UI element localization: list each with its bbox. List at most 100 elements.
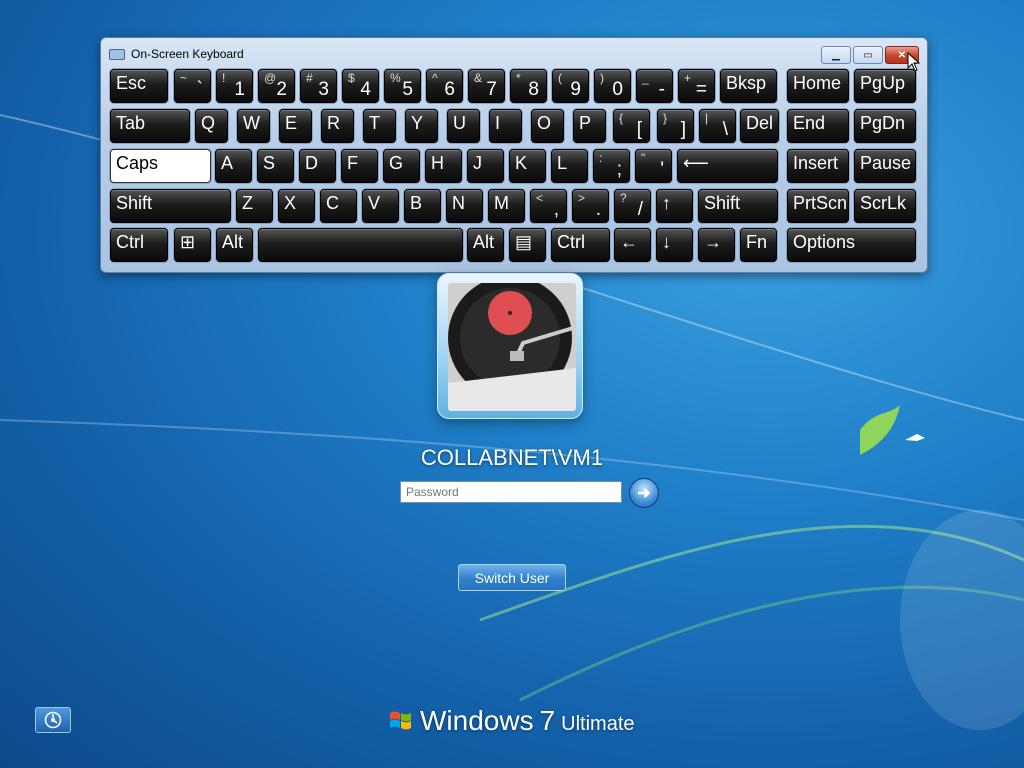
key-3-4[interactable]: V [362,189,399,223]
key-4-3[interactable] [258,228,463,262]
key-label: T [369,113,380,133]
key-4-5[interactable]: ▤ [509,228,546,262]
key-3-12[interactable]: Shift [698,189,778,223]
key-2-14[interactable]: Pause [854,149,916,183]
key-2-6[interactable]: H [425,149,462,183]
key-label: X [284,193,297,213]
key-4-6[interactable]: Ctrl [551,228,610,262]
key-4-9[interactable]: → [698,228,735,262]
key-4-4[interactable]: Alt [467,228,504,262]
on-screen-keyboard-window[interactable]: On-Screen Keyboard ▁ ▭ ✕ Esc ~ `! 1 @2 #3 $4% 5… [100,37,928,273]
key-1-10[interactable]: P [573,109,606,143]
key-shift-label: @ [264,71,277,85]
key-3-11[interactable]: ↑ [656,189,693,223]
key-shift-label: | [705,111,709,125]
window-controls: ▁ ▭ ✕ [821,46,919,64]
key-0-8[interactable]: & 7 [468,69,505,103]
key-0-0[interactable]: Esc [110,69,168,103]
key-0-5[interactable]: $4 [342,69,379,103]
key-1-15[interactable]: End [787,109,849,143]
key-shift-label: ) [600,71,604,85]
key-4-11[interactable]: Options [787,228,916,262]
key-2-8[interactable]: K [509,149,546,183]
key-1-6[interactable]: Y [405,109,438,143]
key-0-15[interactable]: Home [787,69,849,103]
key-2-1[interactable]: A [215,149,252,183]
maximize-button[interactable]: ▭ [853,46,883,64]
key-1-8[interactable]: I [489,109,522,143]
key-0-7[interactable]: ^ 6 [426,69,463,103]
submit-arrow-icon[interactable]: ➜ [629,478,659,508]
key-1-7[interactable]: U [447,109,480,143]
key-label: P [579,113,592,133]
key-3-10[interactable]: ? / [614,189,651,223]
key-label: G [389,153,404,173]
key-1-14[interactable]: Del [740,109,779,143]
key-3-14[interactable]: ScrLk [854,189,916,223]
key-1-13[interactable]: | \ [699,109,736,143]
key-label: C [326,193,339,213]
osk-title: On-Screen Keyboard [131,47,244,61]
key-label: D [305,153,318,173]
key-2-0[interactable]: Caps [110,149,211,183]
key-0-9[interactable]: * 8 [510,69,547,103]
brand-edition: Ultimate [561,713,635,735]
key-1-0[interactable]: Tab [110,109,190,143]
key-4-8[interactable]: ↓ [656,228,693,262]
key-1-9[interactable]: O [531,109,564,143]
key-2-11[interactable]: " ' [635,149,672,183]
key-2-3[interactable]: D [299,149,336,183]
key-label: ' [660,159,664,180]
switch-user-button[interactable]: Switch User [458,564,566,591]
key-4-1[interactable]: ⊞ [174,228,211,262]
key-1-3[interactable]: E [279,109,312,143]
key-3-5[interactable]: B [404,189,441,223]
key-3-6[interactable]: N [446,189,483,223]
key-0-6[interactable]: % 5 [384,69,421,103]
key-3-8[interactable]: <, [530,189,567,223]
key-4-0[interactable]: Ctrl [110,228,168,262]
key-2-4[interactable]: F [341,149,378,183]
key-3-7[interactable]: M [488,189,525,223]
password-field[interactable] [400,481,622,503]
key-2-13[interactable]: Insert [787,149,849,183]
key-3-9[interactable]: >. [572,189,609,223]
key-2-5[interactable]: G [383,149,420,183]
key-1-16[interactable]: PgDn [854,109,916,143]
key-label: ↓ [662,232,671,252]
key-2-7[interactable]: J [467,149,504,183]
key-3-0[interactable]: Shift [110,189,231,223]
ease-of-access-button[interactable] [35,707,71,733]
key-2-12[interactable]: ⟵ [677,149,778,183]
key-4-2[interactable]: Alt [216,228,253,262]
key-0-4[interactable]: #3 [300,69,337,103]
key-2-10[interactable]: :; [593,149,630,183]
key-0-12[interactable]: _ - [636,69,673,103]
key-1-11[interactable]: {[ [613,109,650,143]
key-0-13[interactable]: + = [678,69,715,103]
key-0-2[interactable]: ! 1 [216,69,253,103]
key-4-10[interactable]: Fn [740,228,777,262]
key-0-1[interactable]: ~ ` [174,69,211,103]
key-3-2[interactable]: X [278,189,315,223]
key-2-2[interactable]: S [257,149,294,183]
key-0-16[interactable]: PgUp [854,69,916,103]
key-shift-label: ( [558,71,562,85]
key-0-10[interactable]: (9 [552,69,589,103]
key-0-11[interactable]: ) 0 [594,69,631,103]
brand-windows: Windows [420,705,534,736]
key-0-14[interactable]: Bksp [720,69,777,103]
key-label: ] [680,119,686,140]
key-1-4[interactable]: R [321,109,354,143]
key-3-3[interactable]: C [320,189,357,223]
key-1-12[interactable]: }] [657,109,694,143]
minimize-button[interactable]: ▁ [821,46,851,64]
key-4-7[interactable]: ← [614,228,651,262]
key-1-5[interactable]: T [363,109,396,143]
key-0-3[interactable]: @2 [258,69,295,103]
key-3-13[interactable]: PrtScn [787,189,849,223]
key-3-1[interactable]: Z [236,189,273,223]
key-1-1[interactable]: Q [195,109,228,143]
key-2-9[interactable]: L [551,149,588,183]
key-1-2[interactable]: W [237,109,270,143]
